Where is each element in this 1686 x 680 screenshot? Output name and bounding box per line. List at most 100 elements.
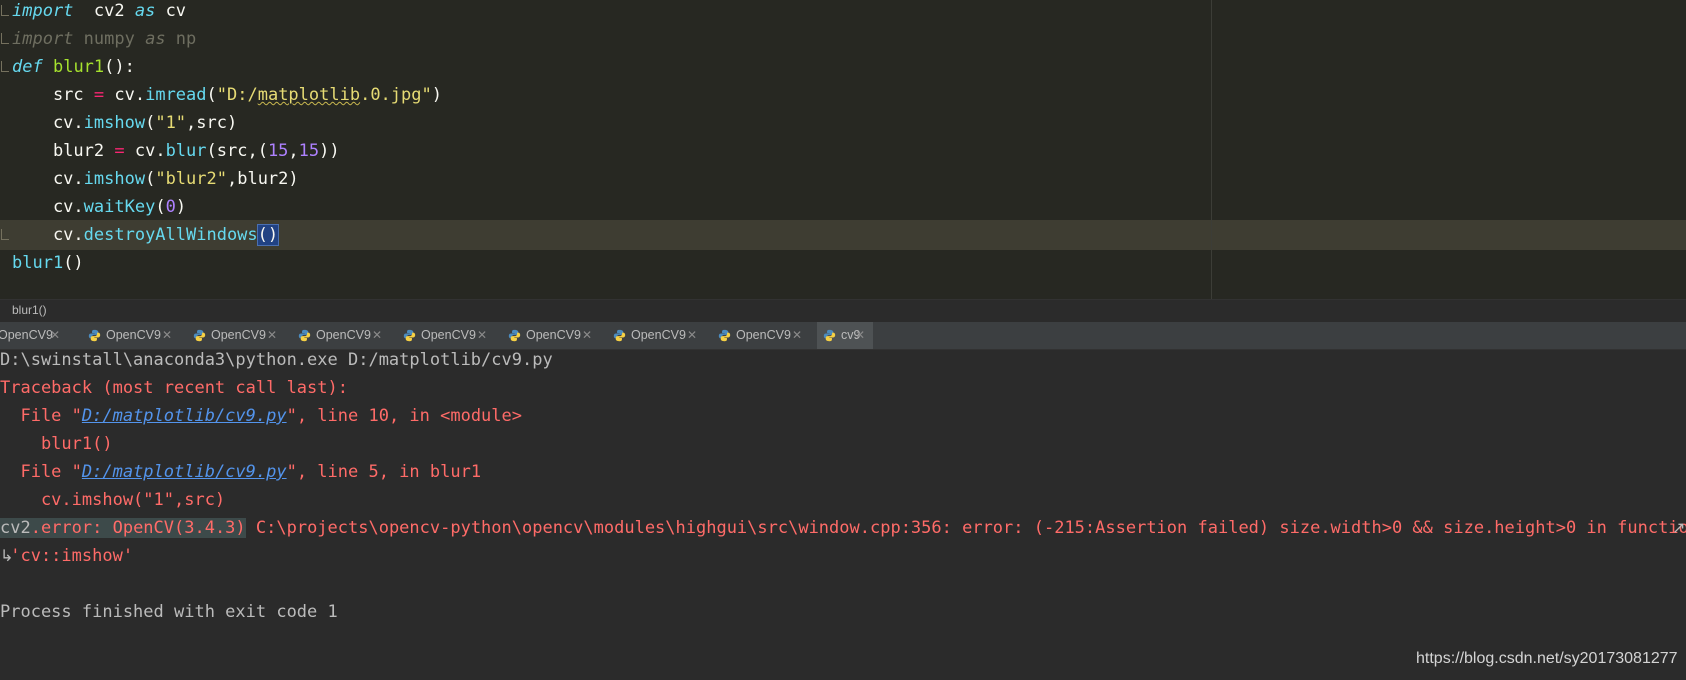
code-line[interactable]: cv.imshow("blur2",blur2) xyxy=(0,164,1686,194)
python-icon xyxy=(88,329,101,342)
code-token: ( xyxy=(155,197,166,217)
code-token: np xyxy=(165,29,197,49)
soft-wrap-icon: ↗ xyxy=(1672,518,1686,537)
code-token: () xyxy=(63,253,84,273)
run-console[interactable]: D:\swinstall\anaconda3\python.exe D:/mat… xyxy=(0,350,1686,680)
code-text: cv.imshow("blur2",blur2) xyxy=(12,164,299,194)
python-icon xyxy=(823,329,836,342)
console-text: Traceback (most recent call last): xyxy=(0,378,348,398)
code-text: import cv2 as cv xyxy=(12,0,186,26)
code-line[interactable]: import cv2 as cv xyxy=(0,0,1686,26)
console-line: D:\swinstall\anaconda3\python.exe D:/mat… xyxy=(0,345,1686,375)
code-token: cv. xyxy=(12,113,84,133)
console-line: Traceback (most recent call last): xyxy=(0,373,1686,403)
code-token: ) xyxy=(431,85,442,105)
code-token: cv xyxy=(155,1,187,21)
code-text: blur1() xyxy=(12,248,84,278)
python-icon xyxy=(508,329,521,342)
code-text: cv.imshow("1",src) xyxy=(12,108,237,138)
code-line[interactable]: src = cv.imread("D:/matplotlib.0.jpg") xyxy=(0,80,1686,110)
code-token: blur xyxy=(165,141,207,161)
console-text: blur1() xyxy=(0,434,113,454)
fold-marker-icon[interactable] xyxy=(1,5,9,16)
code-text: import numpy as np xyxy=(12,24,196,54)
code-line[interactable]: cv.imshow("1",src) xyxy=(0,108,1686,138)
console-text: cv2 xyxy=(0,518,31,538)
console-line: cv.imshow("1",src) xyxy=(0,485,1686,515)
code-token: ( xyxy=(145,113,156,133)
code-token: def xyxy=(12,57,43,77)
code-token: 15 xyxy=(298,141,320,161)
fold-marker-icon[interactable] xyxy=(1,229,9,240)
fold-marker-icon[interactable] xyxy=(1,33,9,44)
console-line: ↳ 'cv::imshow' xyxy=(0,541,1686,571)
right-margin-guide xyxy=(1211,0,1212,299)
code-token: imshow xyxy=(83,169,146,189)
code-token: = xyxy=(114,141,125,161)
file-link[interactable]: D:/matplotlib/cv9.py xyxy=(82,462,287,482)
console-text: File " xyxy=(0,406,82,426)
console-text: File " xyxy=(0,462,82,482)
code-token: ,blur2) xyxy=(226,169,299,189)
code-line[interactable]: def blur1(): xyxy=(0,52,1686,82)
code-token: 15 xyxy=(267,141,289,161)
console-line: File "D:/matplotlib/cv9.py", line 5, in … xyxy=(0,457,1686,487)
ide-window: import cv2 as cv import numpy as np def bl… xyxy=(0,0,1686,680)
code-token: cv. xyxy=(12,197,84,217)
breadcrumb-item[interactable]: blur1() xyxy=(12,303,47,317)
code-token: .0.jpg" xyxy=(360,85,432,105)
soft-wrap-continue-icon: ↳ xyxy=(0,546,14,565)
fold-marker-icon[interactable] xyxy=(1,61,9,72)
code-editor[interactable]: import cv2 as cv import numpy as np def bl… xyxy=(0,0,1686,299)
python-icon xyxy=(298,329,311,342)
code-token: "D:/ xyxy=(216,85,258,105)
code-token: import xyxy=(12,1,74,21)
code-token: "1" xyxy=(155,113,187,133)
code-text: src = cv.imread("D:/matplotlib.0.jpg") xyxy=(12,80,442,110)
console-text: ", line 10, in <module> xyxy=(286,406,522,426)
file-link[interactable]: D:/matplotlib/cv9.py xyxy=(82,406,287,426)
code-token: ( xyxy=(145,169,156,189)
code-line[interactable]: blur2 = cv.blur(src,(15,15)) xyxy=(0,136,1686,166)
python-icon xyxy=(193,329,206,342)
code-line[interactable]: cv.destroyAllWindows() xyxy=(0,220,1686,250)
watermark-url: https://blog.csdn.net/sy20173081277 xyxy=(1416,650,1678,667)
code-token: = xyxy=(93,85,105,105)
python-icon xyxy=(613,329,626,342)
code-token: as xyxy=(145,29,166,49)
breadcrumb: blur1() xyxy=(0,299,1686,322)
code-token: () xyxy=(256,224,280,246)
code-token: blur1 xyxy=(12,253,64,273)
console-line: cv2.error: OpenCV(3.4.3) C:\projects\ope… xyxy=(0,513,1686,543)
console-line: blur1() xyxy=(0,429,1686,459)
code-line[interactable]: blur1() xyxy=(0,248,1686,278)
python-icon xyxy=(403,329,416,342)
code-token: , xyxy=(288,141,299,161)
console-text: C:\projects\opencv-python\opencv\modules… xyxy=(245,518,1686,538)
console-text: D:\swinstall\anaconda3\python.exe D:/mat… xyxy=(0,350,553,370)
code-token: src xyxy=(12,85,94,105)
code-token: imread xyxy=(145,85,207,105)
code-line[interactable]: cv.waitKey(0) xyxy=(0,192,1686,222)
code-token: imshow xyxy=(83,113,146,133)
code-line[interactable]: import numpy as np xyxy=(0,24,1686,54)
code-token: waitKey xyxy=(83,197,156,217)
code-token: )) xyxy=(319,141,340,161)
code-text: cv.waitKey(0) xyxy=(12,192,186,222)
console-text: Process finished with exit code 1 xyxy=(0,602,338,622)
code-token: import xyxy=(12,29,74,49)
code-token: (src,( xyxy=(206,141,268,161)
code-text: cv.destroyAllWindows() xyxy=(12,220,280,250)
code-token: destroyAllWindows xyxy=(83,225,258,245)
code-text: blur2 = cv.blur(src,(15,15)) xyxy=(12,136,340,166)
code-token: (): xyxy=(104,57,135,77)
code-token: cv. xyxy=(12,169,84,189)
code-token: blur1 xyxy=(52,57,105,77)
code-token: cv. xyxy=(104,85,146,105)
code-token: ,src) xyxy=(186,113,238,133)
code-token: 0 xyxy=(165,197,176,217)
code-token: ( xyxy=(206,85,217,105)
code-token: cv. xyxy=(124,141,166,161)
